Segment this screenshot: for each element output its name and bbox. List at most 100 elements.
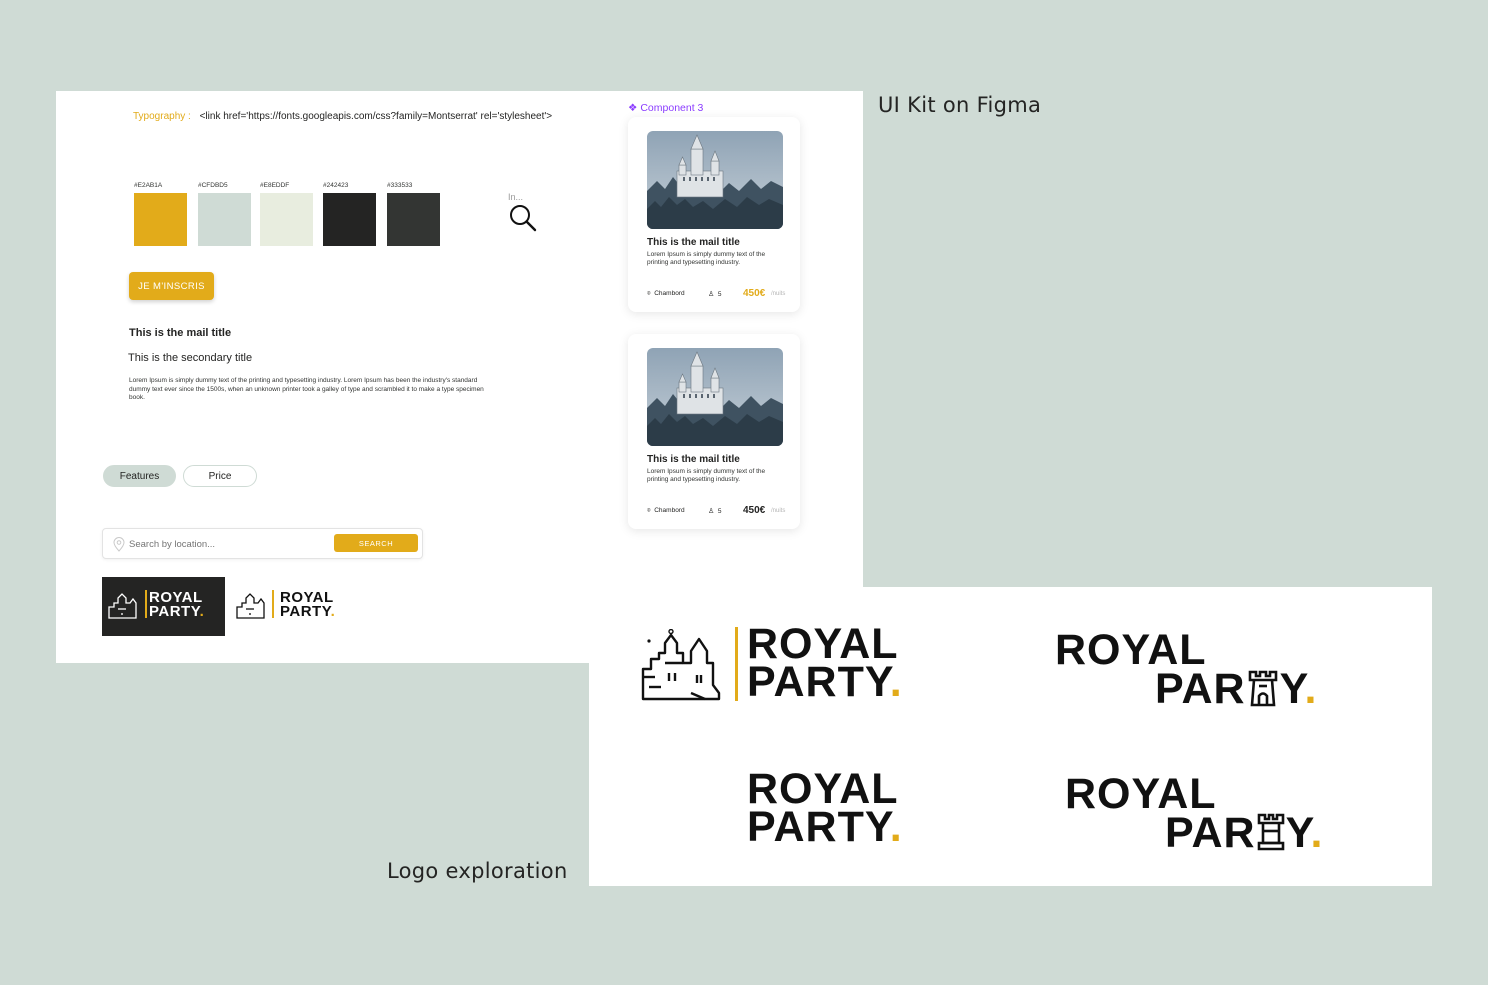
wordmark: ROYAL PARTY. (149, 590, 205, 620)
card-guests: ♙ 5 (708, 290, 722, 298)
swatch-hex: #E2AB1A (134, 182, 163, 189)
wordmark-line2-right: Y (1279, 665, 1305, 713)
swatch-chip (260, 193, 313, 246)
typography-spec: Typography : <link href='https://fonts.g… (133, 111, 552, 122)
search-mini-placeholder: In... (508, 192, 524, 202)
card-location-text: Chambord (654, 290, 685, 297)
rook-icon (1257, 813, 1284, 851)
logo-divider (272, 590, 274, 618)
swatch-chip (134, 193, 187, 246)
wordmark-line2: PARTY (149, 602, 200, 620)
card-location: ⌾ Chambord (647, 507, 685, 515)
swatch-hex: #333533 (387, 182, 413, 189)
card-title: This is the mail title (647, 454, 740, 465)
wordmark-line2: PARTY (280, 602, 331, 620)
card-guests: ♙ 5 (708, 507, 722, 515)
typography-code: <link href='https://fonts.googleapis.com… (199, 111, 553, 122)
card-price: 450€ (743, 505, 766, 516)
secondary-title-sample: This is the secondary title (128, 352, 253, 364)
wordmark-line2-right: Y (1285, 809, 1311, 857)
body-text-sample: Lorem Ipsum is simply dummy text of the … (129, 377, 484, 401)
logo-option-tower-a: ROYAL PAR Y. (1055, 626, 1355, 711)
castle-photo (647, 348, 783, 446)
wordmark-line2-left: PAR (1165, 809, 1256, 857)
castle-icon (641, 629, 721, 701)
location-search-input[interactable] (129, 537, 319, 551)
location-pin-icon: ⌾ (647, 508, 651, 514)
wordmark-line2-wrap: PAR Y. (1155, 668, 1317, 711)
logo-exploration-caption: Logo exploration (387, 859, 568, 883)
wordmark: ROYAL (1065, 770, 1217, 818)
wordmark-dot: . (1304, 665, 1318, 713)
ui-kit-board: Typography : <link href='https://fonts.g… (56, 91, 863, 663)
wordmark-dot: . (1310, 809, 1324, 857)
swatch-hex: #E8EDDF (260, 182, 290, 189)
card-title: This is the mail title (647, 237, 740, 248)
card-price-unit: /nuits (771, 291, 786, 297)
logo-option-tower-b: ROYAL PAR Y. (1065, 770, 1365, 855)
swatch-hex: #242423 (323, 182, 349, 189)
magnifier-icon (510, 205, 537, 232)
location-search-bar: SEARCH (102, 528, 423, 559)
signup-button[interactable]: JE M'INSCRIS (129, 272, 214, 300)
swatch-charcoal: #333533 (387, 182, 440, 246)
wordmark-dot: . (889, 658, 903, 706)
swatch-cream: #E8EDDF (260, 182, 313, 246)
component-diamond-icon: ❖ (628, 102, 638, 114)
person-icon: ♙ (708, 508, 715, 515)
wordmark-line1: ROYAL (1065, 770, 1217, 818)
wordmark-line2-wrap: PARTY. (747, 661, 903, 704)
features-tab[interactable]: Features (103, 465, 176, 487)
typography-label: Typography : (133, 111, 191, 122)
person-icon: ♙ (708, 291, 715, 298)
location-pin-icon (113, 537, 125, 552)
wordmark-line2-left: PAR (1155, 665, 1246, 713)
price-tab[interactable]: Price (183, 465, 257, 487)
wordmark-line2-wrap: PAR Y. (1165, 812, 1323, 855)
swatch-gold: #E2AB1A (134, 182, 187, 246)
tower-icon (1248, 670, 1277, 707)
castle-photo (647, 131, 783, 229)
logo-option-castle: ROYAL PARTY. (641, 623, 911, 705)
logo-option-plain: ROYAL PARTY. (747, 768, 903, 849)
swatch-sage: #CFDBD5 (198, 182, 251, 246)
wordmark-dot: . (889, 803, 903, 851)
swatch-hex: #CFDBD5 (198, 182, 228, 189)
wordmark-line2: PARTY (747, 803, 890, 851)
wordmark: ROYAL (1055, 626, 1207, 674)
wordmark-line2-group: PAR Y. (1165, 812, 1323, 855)
logo-exploration-board: ROYAL PARTY. ROYAL PAR Y. ROYAL PARTY. RO… (589, 587, 1432, 886)
search-button[interactable]: SEARCH (334, 534, 418, 552)
listing-card[interactable]: This is the mail title Lorem Ipsum is si… (628, 334, 800, 529)
wordmark-dot: . (199, 602, 205, 620)
location-pin-icon: ⌾ (647, 291, 651, 297)
card-meta: ⌾ Chambord ♙ 5 450€ /nuits (647, 288, 797, 300)
card-price: 450€ (743, 288, 766, 299)
castle-icon (236, 593, 265, 619)
wordmark-line1: ROYAL (1055, 626, 1207, 674)
swatch-chip (323, 193, 376, 246)
listing-card[interactable]: This is the mail title Lorem Ipsum is si… (628, 117, 800, 312)
swatch-chip (198, 193, 251, 246)
card-location: ⌾ Chambord (647, 290, 685, 298)
logo-divider (145, 590, 147, 618)
wordmark-line2-group: PAR Y. (1155, 668, 1317, 711)
logo-dark-variant: ROYAL PARTY. (102, 577, 225, 636)
card-location-text: Chambord (654, 507, 685, 514)
wordmark-line2-wrap: PARTY. (747, 806, 903, 849)
logo-light-variant: ROYAL PARTY. (234, 577, 349, 636)
swatch-chip (387, 193, 440, 246)
main-title-sample: This is the mail title (129, 327, 232, 339)
card-description: Lorem Ipsum is simply dummy text of the … (647, 251, 766, 267)
wordmark-line2: PARTY (747, 658, 890, 706)
wordmark-dot: . (330, 602, 336, 620)
card-guests-count: 5 (717, 508, 722, 515)
search-toggle[interactable]: In... (508, 192, 548, 236)
component-name: Component 3 (640, 102, 704, 114)
swatch-black: #242423 (323, 182, 376, 246)
component-label: ❖ Component 3 (628, 102, 703, 114)
card-guests-count: 5 (717, 291, 722, 298)
ui-kit-caption: UI Kit on Figma (878, 93, 1042, 117)
wordmark: ROYAL PARTY. (280, 590, 336, 620)
logo-divider (735, 627, 738, 701)
